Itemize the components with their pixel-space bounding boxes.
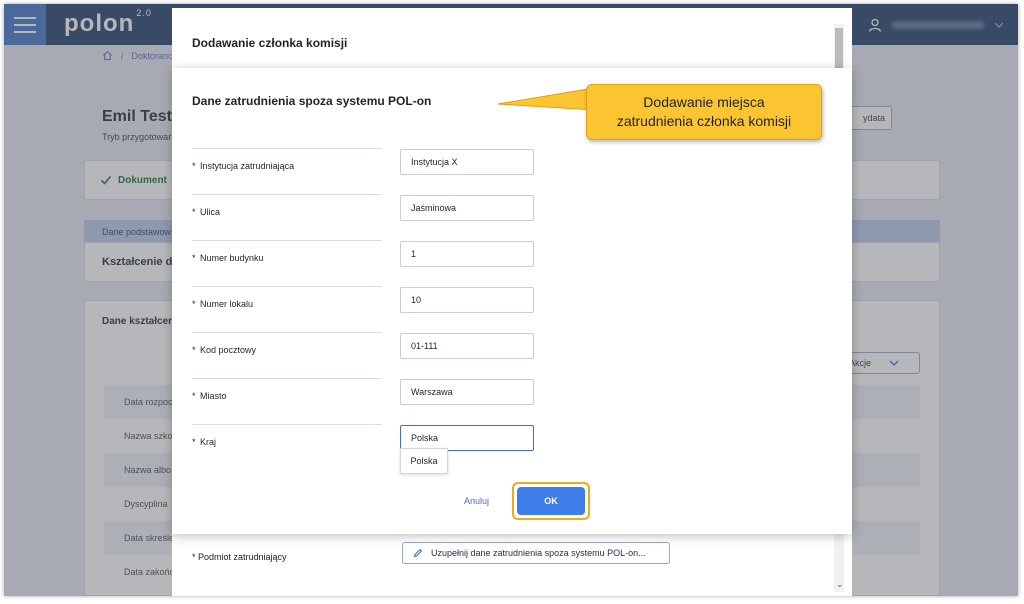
- country-suggestion[interactable]: Polska: [400, 448, 448, 474]
- cancel-button[interactable]: Anuluj: [464, 496, 489, 506]
- form-row-city: * Miasto: [192, 378, 382, 424]
- dialog-title: Dane zatrudnienia spoza systemu POL-on: [192, 94, 432, 108]
- street-input[interactable]: [400, 195, 534, 221]
- country-label: * Kraj: [192, 437, 217, 447]
- building-number-input[interactable]: [400, 241, 534, 267]
- apartment-number-label: * Numer lokalu: [192, 299, 254, 309]
- pencil-icon: [413, 548, 423, 558]
- employer-label: * Podmiot zatrudniający: [192, 552, 287, 562]
- back-dialog-title: Dodawanie członka komisji: [192, 36, 348, 50]
- ok-button-highlight: OK: [512, 482, 590, 520]
- postal-code-input[interactable]: [400, 333, 534, 359]
- city-label: * Miasto: [192, 391, 227, 401]
- form-row-building: * Numer budynku: [192, 240, 382, 286]
- form-row-country: * Kraj: [192, 424, 382, 470]
- institution-label: * Instytucja zatrudniająca: [192, 161, 295, 171]
- form-row-street: * Ulica: [192, 194, 382, 240]
- callout-pointer: [498, 87, 594, 111]
- street-label: * Ulica: [192, 207, 221, 217]
- ok-button[interactable]: OK: [517, 487, 585, 515]
- institution-input[interactable]: [400, 149, 534, 175]
- form-row-postal: * Kod pocztowy: [192, 332, 382, 378]
- postal-code-label: * Kod pocztowy: [192, 345, 257, 355]
- fill-employment-button[interactable]: Uzupełnij dane zatrudnienia spoza system…: [402, 542, 670, 564]
- city-input[interactable]: [400, 379, 534, 405]
- apartment-number-input[interactable]: [400, 287, 534, 313]
- callout-line-1: Dodawanie miejsca: [643, 94, 765, 110]
- scroll-down-arrow[interactable]: ⌄: [836, 579, 844, 590]
- callout-annotation: Dodawanie miejsca zatrudnienia członka k…: [586, 84, 822, 140]
- callout-line-2: zatrudnienia członka komisji: [616, 113, 792, 129]
- building-number-label: * Numer budynku: [192, 253, 264, 263]
- app-window: polon 2.0 / Doktoranc Emil Testo Tryb prz…: [4, 4, 1018, 596]
- form-row-institution: * Instytucja zatrudniająca: [192, 148, 382, 194]
- form-row-apartment: * Numer lokalu: [192, 286, 382, 332]
